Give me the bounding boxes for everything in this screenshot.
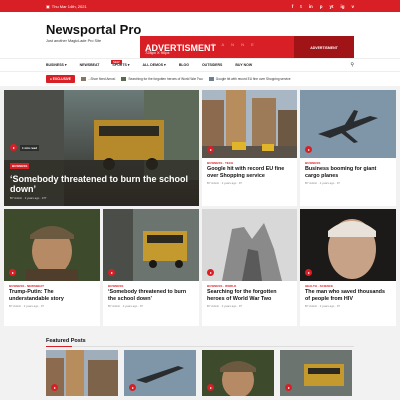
ticker-thumbnail bbox=[208, 77, 214, 81]
date-display: ▣ Thu Mar 14th, 2021 bbox=[46, 3, 87, 9]
post-title[interactable]: Searching for the forgotten heroes of Wo… bbox=[207, 289, 292, 302]
post-image[interactable] bbox=[300, 209, 396, 281]
post-meta: BY Admin · 2 years ago · 97 bbox=[108, 304, 143, 308]
play-icon[interactable] bbox=[305, 269, 312, 276]
post-card[interactable]: BUSINESS Business booming for giant carg… bbox=[300, 90, 396, 206]
post-image[interactable] bbox=[300, 90, 396, 158]
post-title[interactable]: The man who saved thousands of people fr… bbox=[305, 289, 391, 302]
school-bus-image bbox=[103, 209, 199, 281]
post-image[interactable] bbox=[4, 209, 100, 281]
linkedin-icon[interactable]: in bbox=[309, 4, 313, 9]
featured-post[interactable] bbox=[124, 350, 196, 396]
featured-post[interactable] bbox=[46, 350, 118, 396]
youtube-icon[interactable]: yt bbox=[329, 4, 333, 9]
play-icon[interactable] bbox=[9, 269, 16, 276]
monument-image bbox=[202, 209, 297, 281]
post-meta: BY Admin · 2 years ago · 97 bbox=[305, 181, 340, 185]
post-card[interactable]: BUSINESS ‘Somebody threatened to burn th… bbox=[103, 209, 199, 326]
old-man-image bbox=[4, 209, 100, 281]
new-badge: NEW bbox=[111, 60, 122, 64]
main-navigation: BUSINESS ▾ NEWSBEAT SPORTS ▾ ALL DEMOS ▾… bbox=[0, 58, 400, 72]
airplane-image bbox=[300, 90, 396, 158]
pinterest-icon[interactable]: p bbox=[320, 4, 323, 9]
twitter-icon[interactable]: t bbox=[300, 4, 302, 9]
post-card[interactable]: BUSINESS · TECH Google hit with record E… bbox=[202, 90, 297, 206]
post-image[interactable] bbox=[103, 209, 199, 281]
facebook-icon[interactable]: f bbox=[292, 4, 294, 9]
vimeo-icon[interactable]: v bbox=[351, 4, 354, 9]
ticker-item[interactable]: Google hit with record EU fine over Shop… bbox=[208, 77, 291, 81]
play-icon[interactable] bbox=[51, 384, 58, 391]
post-category[interactable]: BUSINESS · TECH bbox=[207, 161, 292, 165]
post-image[interactable] bbox=[202, 90, 297, 158]
nav-item-outsiders[interactable]: OUTSIDERS bbox=[202, 63, 222, 67]
play-icon[interactable] bbox=[207, 269, 214, 276]
nav-item-blog[interactable]: BLOG bbox=[179, 63, 189, 67]
post-card[interactable]: BUSINESS · NEWSBEAT Trump-Putin: The und… bbox=[4, 209, 100, 326]
nav-item-buy-now[interactable]: BUY NOW bbox=[235, 63, 252, 67]
top-bar: ▣ Thu Mar 14th, 2021 f t in p yt ig v bbox=[0, 0, 400, 12]
post-title[interactable]: ‘Somebody threatened to burn the school … bbox=[108, 289, 194, 302]
elderly-man-portrait-image bbox=[300, 209, 396, 281]
site-tagline: Just another MagicLade Pro Site bbox=[46, 39, 102, 43]
search-icon[interactable]: ⚲ bbox=[350, 62, 354, 68]
hero-caption: 1 min read BUSINESS ‘Somebody threatened… bbox=[10, 144, 193, 200]
play-icon[interactable] bbox=[207, 146, 214, 153]
post-category[interactable]: BUSINESS · WORLD bbox=[207, 284, 292, 288]
featured-post[interactable] bbox=[202, 350, 274, 396]
site-name[interactable]: Newsportal Pro bbox=[46, 23, 141, 37]
post-image[interactable] bbox=[202, 209, 297, 281]
ticker-thumbnail bbox=[121, 77, 127, 81]
hero-post[interactable]: 1 min read BUSINESS ‘Somebody threatened… bbox=[4, 90, 199, 206]
post-title[interactable]: Trump-Putin: The understandable story bbox=[9, 289, 95, 302]
site-header: Newsportal Pro Just another MagicLade Pr… bbox=[0, 12, 400, 59]
post-category[interactable]: BUSINESS · NEWSBEAT bbox=[9, 284, 95, 288]
featured-post[interactable] bbox=[280, 350, 352, 396]
post-category[interactable]: HEALTH · SCIENCE bbox=[305, 284, 391, 288]
play-icon[interactable] bbox=[129, 384, 136, 391]
nav-item-newsbeat[interactable]: NEWSBEAT bbox=[80, 63, 100, 67]
nav-item-all-demos[interactable]: ALL DEMOS ▾ bbox=[143, 63, 166, 67]
play-icon[interactable] bbox=[108, 269, 115, 276]
post-meta: BY Admin · 2 years ago · 97 bbox=[207, 181, 242, 185]
social-links: f t in p yt ig v bbox=[292, 4, 354, 9]
calendar-icon: ▣ bbox=[46, 3, 50, 9]
header-advertisement[interactable]: ADVERTISMENT 728px X 90px B A N N E ADVE… bbox=[140, 36, 354, 59]
news-ticker: ● EXCLUSIVE ...Shoe fixed Amos! Searchin… bbox=[0, 72, 400, 86]
featured-posts-divider bbox=[46, 346, 354, 347]
ad-banner-word: B A N N E bbox=[212, 42, 257, 47]
hero-title[interactable]: ‘Somebody threatened to burn the school … bbox=[10, 174, 193, 194]
site-logo[interactable]: Newsportal Pro Just another MagicLade Pr… bbox=[46, 23, 141, 44]
city-street-image bbox=[202, 90, 297, 158]
ticker-thumbnail bbox=[80, 77, 86, 81]
hero-category[interactable]: BUSINESS bbox=[10, 163, 30, 169]
post-title[interactable]: Business booming for giant cargo planes bbox=[305, 166, 391, 179]
post-card[interactable]: BUSINESS · WORLD Searching for the forgo… bbox=[202, 209, 297, 326]
post-title[interactable]: Google hit with record EU fine over Shop… bbox=[207, 166, 292, 179]
play-icon[interactable] bbox=[207, 384, 214, 391]
play-icon[interactable] bbox=[305, 146, 312, 153]
post-meta: BY Admin · 2 years ago · 97 bbox=[305, 304, 340, 308]
play-icon[interactable] bbox=[285, 384, 292, 391]
post-category[interactable]: BUSINESS bbox=[108, 284, 194, 288]
post-meta: BY Admin · 2 years ago · 97 bbox=[9, 304, 44, 308]
exclusive-badge: ● EXCLUSIVE bbox=[46, 75, 75, 83]
instagram-icon[interactable]: ig bbox=[340, 4, 344, 9]
post-card[interactable]: HEALTH · SCIENCE The man who saved thous… bbox=[300, 209, 396, 326]
nav-item-business[interactable]: BUSINESS ▾ bbox=[46, 63, 67, 67]
ad-panel: ADVERTISMENT bbox=[294, 36, 354, 59]
featured-posts-title: Featured Posts bbox=[46, 338, 86, 344]
play-icon[interactable] bbox=[10, 144, 17, 151]
ad-size: 728px X 90px bbox=[145, 50, 170, 55]
ticker-item[interactable]: Searching for the forgotten heroes of Wo… bbox=[121, 77, 203, 81]
hero-duration: 1 min read bbox=[20, 144, 40, 151]
ticker-item[interactable]: ...Shoe fixed Amos! bbox=[80, 77, 115, 81]
post-meta: BY Admin · 2 years ago · 97 bbox=[207, 304, 242, 308]
hero-meta: BY Admin · 2 years ago · 477 bbox=[10, 196, 47, 200]
post-category[interactable]: BUSINESS bbox=[305, 161, 391, 165]
